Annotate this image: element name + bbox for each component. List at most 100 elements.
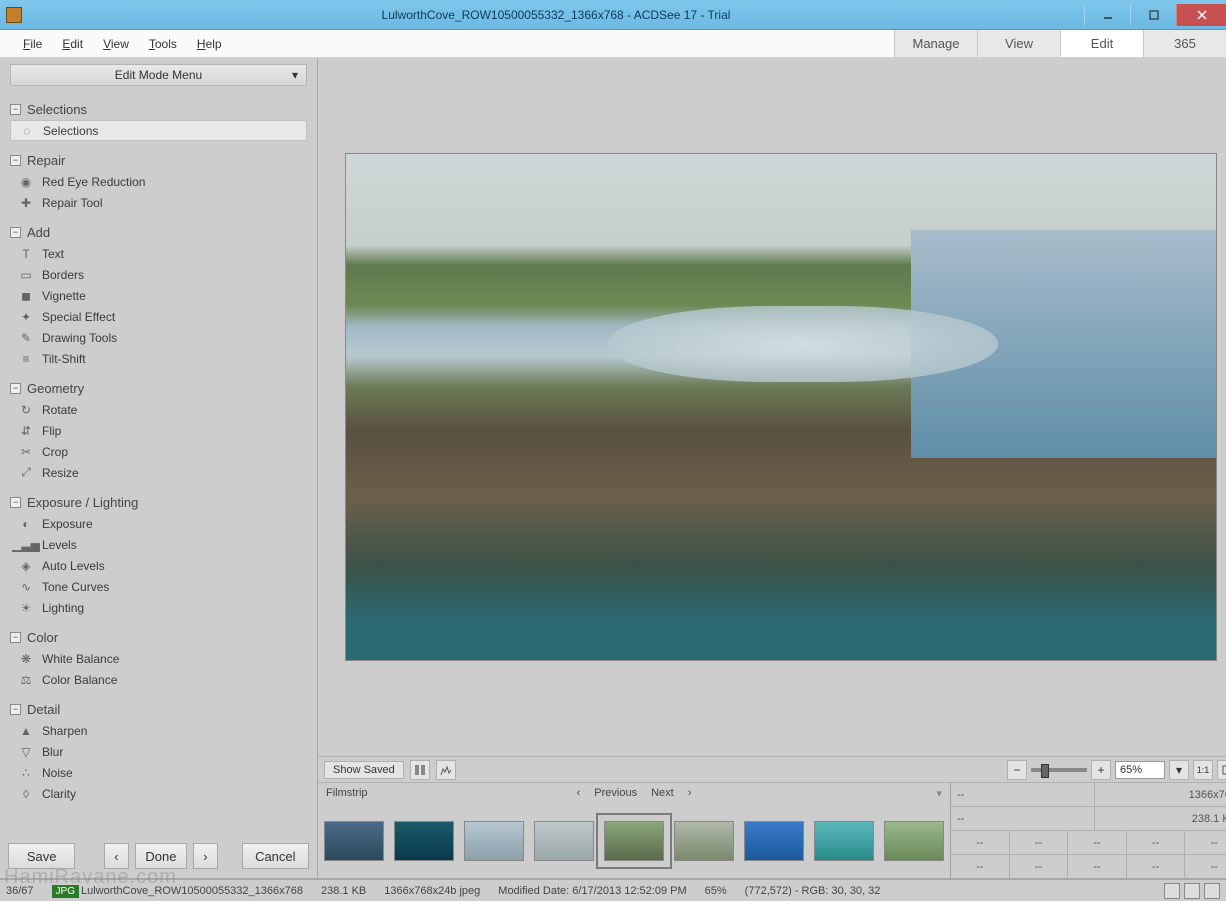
section-header-add[interactable]: −Add: [10, 221, 307, 243]
tool-white-balance[interactable]: ❋White Balance: [10, 648, 307, 669]
tool-special-effect[interactable]: ✦Special Effect: [10, 306, 307, 327]
thumbnail-selected[interactable]: [604, 821, 664, 861]
tool-tone-curves[interactable]: ∿Tone Curves: [10, 576, 307, 597]
status-icon[interactable]: [1184, 883, 1200, 899]
maximize-button[interactable]: [1130, 4, 1176, 26]
section-header-repair[interactable]: −Repair: [10, 149, 307, 171]
collapse-icon: −: [10, 383, 21, 394]
tool-exposure[interactable]: ◐Exposure: [10, 513, 307, 534]
done-button[interactable]: Done: [135, 843, 187, 869]
filmstrip-previous[interactable]: Previous: [594, 787, 637, 799]
cancel-button[interactable]: Cancel: [242, 843, 309, 869]
tool-label: Lighting: [42, 601, 84, 615]
filmstrip-next[interactable]: Next: [651, 787, 674, 799]
menu-file[interactable]: File: [14, 33, 51, 55]
tool-red-eye-reduction[interactable]: ◉Red Eye Reduction: [10, 171, 307, 192]
thumbnail[interactable]: [534, 821, 594, 861]
menubar-row: FileEditViewToolsHelp Manage View Edit 3…: [0, 30, 1226, 58]
info-cell: --: [951, 783, 1095, 806]
tool-resize[interactable]: ⤢Resize: [10, 462, 307, 483]
close-button[interactable]: [1176, 4, 1226, 26]
compare-icon[interactable]: [410, 760, 430, 780]
sharpen-icon: ▲: [18, 723, 34, 739]
histogram-icon[interactable]: [436, 760, 456, 780]
tool-noise[interactable]: ∴Noise: [10, 762, 307, 783]
fit-image-icon[interactable]: [1217, 760, 1226, 780]
tab-edit[interactable]: Edit: [1060, 30, 1143, 57]
collapse-filmstrip-icon[interactable]: ▾: [936, 787, 942, 800]
tool-flip[interactable]: ⇵Flip: [10, 420, 307, 441]
image-viewport[interactable]: [318, 58, 1226, 756]
minimize-button[interactable]: [1084, 4, 1130, 26]
tool-tilt-shift[interactable]: ≡Tilt-Shift: [10, 348, 307, 369]
menu-tools[interactable]: Tools: [140, 33, 186, 55]
next-image-button[interactable]: ›: [193, 843, 217, 869]
tool-label: Tone Curves: [42, 580, 109, 594]
status-filesize: 238.1 KB: [321, 885, 366, 897]
tool-clarity[interactable]: ◊Clarity: [10, 783, 307, 804]
zoom-slider[interactable]: [1031, 768, 1087, 772]
thumbnail[interactable]: [464, 821, 524, 861]
tool-levels[interactable]: ▁▃▅Levels: [10, 534, 307, 555]
chevron-right-icon: ›: [688, 787, 692, 799]
tab-view[interactable]: View: [977, 30, 1060, 57]
thumbnail[interactable]: [744, 821, 804, 861]
tool-sharpen[interactable]: ▲ Sharpen: [10, 720, 307, 741]
section-header-color[interactable]: −Color: [10, 626, 307, 648]
zoom-out-button[interactable]: −: [1007, 760, 1027, 780]
section-header-exposure-lighting[interactable]: −Exposure / Lighting: [10, 491, 307, 513]
vignette-icon: ◼: [18, 288, 34, 304]
autolevels-icon: ◈: [18, 558, 34, 574]
tool-blur[interactable]: ▽Blur: [10, 741, 307, 762]
tool-vignette[interactable]: ◼Vignette: [10, 285, 307, 306]
tool-borders[interactable]: ▭Borders: [10, 264, 307, 285]
section-header-selections[interactable]: −Selections: [10, 98, 307, 120]
tool-rotate[interactable]: ↻Rotate: [10, 399, 307, 420]
tool-repair-tool[interactable]: ✚Repair Tool: [10, 192, 307, 213]
tool-label: White Balance: [42, 652, 119, 666]
prev-image-button[interactable]: ‹: [104, 843, 128, 869]
thumbnail[interactable]: [324, 821, 384, 861]
collapse-icon: −: [10, 104, 21, 115]
tool-text[interactable]: TText: [10, 243, 307, 264]
actual-size-icon[interactable]: 1:1: [1193, 760, 1213, 780]
thumbnail[interactable]: [674, 821, 734, 861]
tool-label: Special Effect: [42, 310, 115, 324]
menu-edit[interactable]: Edit: [53, 33, 92, 55]
rotate-icon: ↻: [18, 402, 34, 418]
edit-mode-menu-header[interactable]: Edit Mode Menu ▾: [10, 64, 307, 86]
edit-mode-menu-label: Edit Mode Menu: [115, 68, 202, 82]
statusbar: 36/67 JPGLulworthCove_ROW10500055332_136…: [0, 878, 1226, 901]
tool-drawing-tools[interactable]: ✎Drawing Tools: [10, 327, 307, 348]
thumbnail[interactable]: [884, 821, 944, 861]
format-badge: JPG: [52, 885, 79, 898]
tool-auto-levels[interactable]: ◈Auto Levels: [10, 555, 307, 576]
tool-crop[interactable]: ✂Crop: [10, 441, 307, 462]
info-cell: --: [951, 855, 1010, 878]
tab-365[interactable]: 365: [1143, 30, 1226, 57]
zoom-value-input[interactable]: 65%: [1115, 761, 1165, 779]
thumbnail[interactable]: [394, 821, 454, 861]
info-cell: --: [951, 831, 1010, 854]
tool-selections[interactable]: ◌Selections: [10, 120, 307, 141]
tool-lighting[interactable]: ☀Lighting: [10, 597, 307, 618]
tool-label: Text: [42, 247, 64, 261]
thumbnail[interactable]: [814, 821, 874, 861]
viewer-toolbar: Show Saved − + 65% ▾ 1:1: [318, 756, 1226, 782]
tool-color-balance[interactable]: ⚖Color Balance: [10, 669, 307, 690]
section-header-geometry[interactable]: −Geometry: [10, 377, 307, 399]
status-icon[interactable]: [1204, 883, 1220, 899]
tool-label: Sharpen: [42, 724, 87, 738]
tab-manage[interactable]: Manage: [894, 30, 977, 57]
tool-label: Levels: [42, 538, 77, 552]
status-modified: Modified Date: 6/17/2013 12:52:09 PM: [498, 885, 686, 897]
section-title: Add: [27, 225, 50, 240]
zoom-dropdown-button[interactable]: ▾: [1169, 760, 1189, 780]
menu-view[interactable]: View: [94, 33, 138, 55]
show-saved-button[interactable]: Show Saved: [324, 761, 404, 779]
zoom-in-button[interactable]: +: [1091, 760, 1111, 780]
menu-help[interactable]: Help: [188, 33, 231, 55]
section-header-detail[interactable]: −Detail: [10, 698, 307, 720]
save-button[interactable]: Save: [8, 843, 75, 869]
status-icon[interactable]: [1164, 883, 1180, 899]
